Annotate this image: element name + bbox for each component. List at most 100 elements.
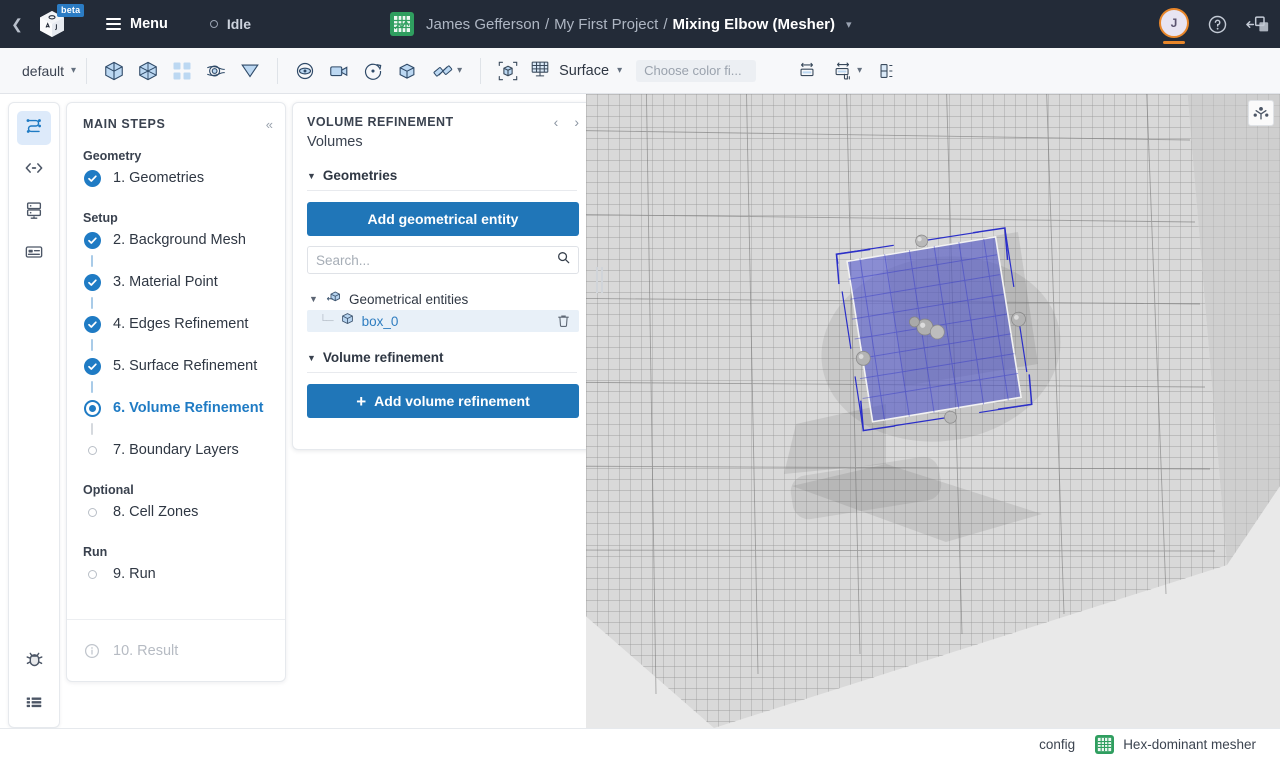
chevron-right-icon[interactable]: ›: [574, 114, 579, 130]
info-circle-icon: [83, 643, 101, 659]
display-mode-selector[interactable]: Surface ▾: [525, 58, 626, 84]
tree-item-label: box_0: [361, 313, 399, 329]
step-label: 3. Material Point: [113, 274, 218, 290]
panel-subtitle: Volumes: [307, 134, 363, 150]
panel-header: VOLUME REFINEMENT Volumes ‹ ›: [293, 103, 591, 150]
avatar[interactable]: J: [1159, 0, 1189, 48]
table-list-icon: [24, 692, 44, 717]
camera-icon[interactable]: [322, 55, 356, 87]
trash-icon[interactable]: [557, 314, 570, 328]
breadcrumb-owner[interactable]: James Gefferson: [426, 16, 540, 33]
fit-to-view-icon[interactable]: [491, 55, 525, 87]
filter-icon[interactable]: [233, 55, 267, 87]
add-geometrical-entity-button[interactable]: Add geometrical entity: [307, 202, 579, 236]
legend-icon[interactable]: [870, 55, 904, 87]
app-logo[interactable]: beta: [28, 0, 85, 48]
panel-navigation: ‹ ›: [554, 114, 579, 130]
display-mode-label: Surface: [559, 62, 610, 79]
step-status-done-icon: [83, 315, 101, 333]
status-mesher[interactable]: Hex-dominant mesher: [1095, 735, 1256, 754]
section-label: Geometries: [322, 168, 398, 183]
chevron-down-icon[interactable]: ▼: [309, 294, 319, 304]
code-icon: [24, 158, 44, 183]
axes-gizmo-icon[interactable]: [1248, 100, 1274, 126]
step-connector: [91, 255, 93, 267]
rotate-icon[interactable]: [356, 55, 390, 87]
rail-item-debug[interactable]: [17, 645, 51, 679]
beta-badge: beta: [57, 4, 85, 17]
tree-item-box-0[interactable]: └─ box_0: [307, 310, 579, 332]
bug-icon: [24, 649, 45, 675]
collapse-left-icon[interactable]: «: [266, 117, 273, 132]
main-toolbar: default ▾ ▾ Surface ▾ Choose color fi...…: [0, 48, 1280, 94]
main-steps-footer: 10. Result: [67, 619, 285, 681]
step-status-current-icon: [83, 399, 101, 417]
app-header: ❮ beta Menu Idle James Gefferson / My Fi…: [0, 0, 1280, 48]
entities-icon: [326, 290, 342, 308]
step-status-todo-icon: [83, 569, 101, 579]
status-mesher-label: Hex-dominant mesher: [1123, 737, 1256, 752]
sidebar-item-edges-refinement[interactable]: 4. Edges Refinement: [83, 309, 285, 339]
back-button[interactable]: ❮: [6, 16, 28, 33]
step-connector: [91, 339, 93, 351]
rail-item-workflow[interactable]: [17, 111, 51, 145]
triangle-down-icon: ▼: [307, 352, 316, 363]
view-eye-icon[interactable]: [288, 55, 322, 87]
tree-root-geometrical-entities[interactable]: ▼ Geometrical entities: [307, 288, 579, 310]
chevron-down-icon[interactable]: ▾: [846, 18, 852, 31]
section-header-volume-refinement[interactable]: ▼ Volume refinement: [307, 350, 577, 373]
rail-item-server[interactable]: [17, 195, 51, 229]
rail-item-console[interactable]: [17, 237, 51, 271]
show-mesh-icon[interactable]: [131, 55, 165, 87]
avatar-initial[interactable]: J: [1159, 8, 1189, 38]
grid-view-icon[interactable]: [165, 55, 199, 87]
status-config-label[interactable]: config: [1039, 737, 1075, 752]
rail-item-table[interactable]: [17, 687, 51, 721]
sidebar-item-surface-refinement[interactable]: 5. Surface Refinement: [83, 351, 285, 381]
step-label: 8. Cell Zones: [113, 504, 199, 520]
tree-root-label: Geometrical entities: [349, 291, 469, 307]
color-field-selector[interactable]: Choose color fi...: [636, 59, 757, 82]
chevron-left-icon[interactable]: ‹: [554, 114, 559, 130]
scale-range-icon[interactable]: ▾: [824, 55, 870, 87]
step-label: 6. Volume Refinement: [113, 400, 264, 416]
toolbar-divider: [277, 57, 279, 84]
sidebar-item-background-mesh[interactable]: 2. Background Mesh: [83, 225, 285, 255]
chevron-down-icon: ▾: [857, 65, 863, 76]
breadcrumb-sep-2: /: [663, 15, 668, 33]
section-header-geometries[interactable]: ▼ Geometries: [307, 168, 577, 191]
main-steps-title: MAIN STEPS: [83, 117, 166, 131]
sidebar-item-boundary-layers[interactable]: 7. Boundary Layers: [83, 435, 285, 465]
breadcrumb-project[interactable]: My First Project: [554, 16, 658, 33]
preset-selector[interactable]: default ▾: [22, 63, 76, 79]
step-connector: [91, 423, 93, 435]
toggle-panel-icon[interactable]: [1246, 14, 1270, 35]
breadcrumb: James Gefferson / My First Project / Mix…: [390, 0, 852, 48]
avatar-active-underline: [1163, 41, 1185, 44]
show-geometry-icon[interactable]: [97, 55, 131, 87]
sidebar-item-geometries[interactable]: 1. Geometries: [83, 163, 285, 193]
panel-title: VOLUME REFINEMENT: [307, 115, 454, 129]
add-geometrical-entity-label: Add geometrical entity: [367, 211, 519, 227]
main-steps-panel: MAIN STEPS « Geometry 1. Geometries Setu…: [66, 102, 286, 682]
sidebar-item-material-point[interactable]: 3. Material Point: [83, 267, 285, 297]
rail-item-code[interactable]: [17, 153, 51, 187]
sidebar-item-result[interactable]: 10. Result: [83, 636, 178, 666]
add-volume-refinement-button[interactable]: + Add volume refinement: [307, 384, 579, 418]
main-menu-button[interactable]: Menu: [106, 16, 168, 32]
cube-icon[interactable]: [390, 55, 424, 87]
status-dot-icon: [209, 20, 218, 28]
contours-icon[interactable]: [199, 55, 233, 87]
clip-planes-icon[interactable]: ▾: [424, 55, 470, 87]
sidebar-item-run[interactable]: 9. Run: [83, 559, 285, 589]
add-volume-refinement-label: Add volume refinement: [374, 393, 530, 409]
search-input[interactable]: Search...: [307, 246, 579, 274]
color-range-icon[interactable]: [790, 55, 824, 87]
panel-splitter[interactable]: [593, 260, 605, 300]
help-circle-icon[interactable]: [1207, 14, 1228, 35]
sidebar-item-volume-refinement[interactable]: 6. Volume Refinement: [83, 393, 285, 423]
sidebar-item-cell-zones[interactable]: 8. Cell Zones: [83, 497, 285, 527]
step-label: 2. Background Mesh: [113, 232, 246, 248]
3d-viewport[interactable]: [586, 94, 1280, 728]
search-icon[interactable]: [557, 251, 570, 269]
